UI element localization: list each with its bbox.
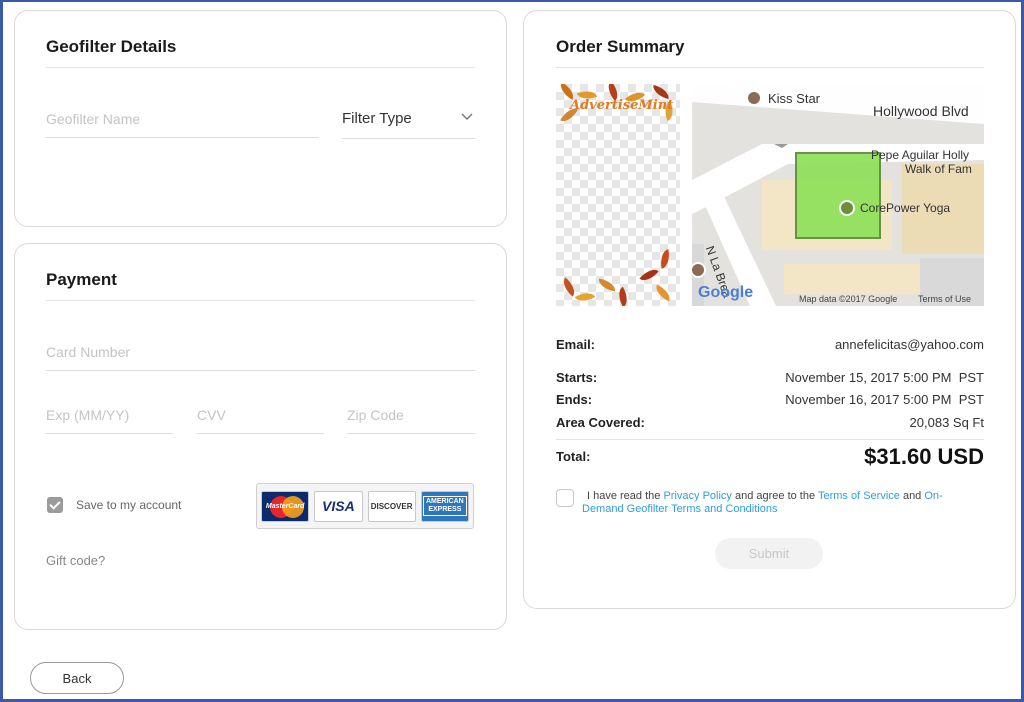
geofilter-preview: AdvertiseMint	[556, 84, 680, 306]
total-label: Total:	[556, 449, 591, 464]
geofilter-name-input[interactable]	[46, 110, 319, 138]
corepower-marker-icon	[839, 200, 855, 216]
payment-title: Payment	[46, 270, 117, 289]
map-label-pepe-line1: Pepe Aguilar Holly	[871, 148, 970, 162]
starts-label: Starts:	[556, 370, 598, 385]
visa-label: VISA	[322, 498, 355, 514]
discover-label: DISCOVER	[370, 501, 413, 511]
ends-label: Ends:	[556, 392, 593, 407]
email-label: Email:	[556, 337, 596, 352]
save-to-account-checkbox[interactable]	[47, 497, 63, 513]
preview-brand-logo: AdvertiseMint	[570, 98, 674, 113]
card-number-input[interactable]	[46, 343, 475, 371]
area-label: Area Covered:	[556, 415, 645, 430]
email-value: annefelicitas@yahoo.com	[834, 337, 984, 352]
gift-code-link[interactable]: Gift code?	[46, 553, 105, 568]
email-row: Email: annefelicitas@yahoo.com	[556, 337, 984, 355]
exp-date-input[interactable]	[46, 406, 173, 434]
cvv-input[interactable]	[197, 406, 324, 434]
amex-label-line2: EXPRESS	[428, 506, 462, 513]
agree-terms-text: I have read the Privacy Policy and agree…	[582, 490, 984, 516]
area-value: 20,083 Sq Ft	[909, 415, 984, 430]
amex-label-line1: AMERICAN	[426, 498, 464, 505]
map-label-pepe-line2: Walk of Fam	[905, 162, 972, 176]
ends-value: November 16, 2017 5:00 PM PST	[785, 392, 984, 407]
zip-code-input[interactable]	[347, 406, 475, 434]
filter-type-label: Filter Type	[342, 110, 412, 127]
map-data-attribution: Map data ©2017 Google	[799, 294, 898, 304]
legal-prefix: I have read the	[587, 490, 664, 502]
area-row: Area Covered: 20,083 Sq Ft	[556, 415, 984, 433]
total-row: Total: $31.60 USD	[556, 444, 984, 470]
discover-icon: DISCOVER	[367, 490, 416, 522]
map-label-kiss-star: Kiss Star	[768, 91, 821, 106]
mastercard-label: MasterCard	[265, 502, 305, 510]
geofence-area	[795, 152, 881, 239]
privacy-policy-link[interactable]: Privacy Policy	[663, 490, 731, 502]
total-divider	[556, 439, 984, 440]
kiss-star-marker-icon	[746, 90, 762, 106]
submit-button[interactable]: Submit	[715, 538, 823, 569]
filter-type-select[interactable]: Filter Type	[342, 110, 475, 139]
payment-card	[14, 243, 507, 630]
amex-icon: AMERICAN EXPRESS	[420, 490, 469, 522]
map-label-hollywood-blvd: Hollywood Blvd	[873, 103, 969, 119]
order-summary-divider	[556, 67, 984, 68]
chevron-down-icon	[461, 110, 473, 125]
order-summary-title: Order Summary	[556, 37, 685, 56]
terms-of-service-link[interactable]: Terms of Service	[818, 490, 900, 502]
starts-value: November 15, 2017 5:00 PM PST	[785, 370, 984, 385]
legal-middle: and agree to the	[731, 490, 818, 502]
save-to-account-label: Save to my account	[76, 498, 182, 512]
geofilter-details-title: Geofilter Details	[46, 37, 177, 56]
coverage-map[interactable]: Kiss Star Hollywood Blvd Pepe Aguilar Ho…	[692, 84, 984, 306]
agree-terms-checkbox[interactable]	[556, 489, 574, 507]
legal-and: and	[899, 490, 925, 502]
visa-icon: VISA	[314, 490, 363, 522]
ends-row: Ends: November 16, 2017 5:00 PM PST	[556, 392, 984, 410]
google-logo: Google	[698, 284, 754, 301]
total-value: $31.60 USD	[864, 444, 984, 469]
starts-row: Starts: November 15, 2017 5:00 PM PST	[556, 370, 984, 388]
mastercard-icon: MasterCard	[261, 490, 310, 522]
back-button[interactable]: Back	[30, 662, 124, 694]
accepted-cards: MasterCard VISA DISCOVER AMERICAN EXPRESS	[256, 483, 474, 529]
map-label-corepower: CorePower Yoga	[860, 201, 951, 215]
map-terms-link[interactable]: Terms of Use	[918, 294, 971, 304]
payment-divider	[46, 300, 475, 301]
geofilter-details-divider	[46, 67, 475, 68]
